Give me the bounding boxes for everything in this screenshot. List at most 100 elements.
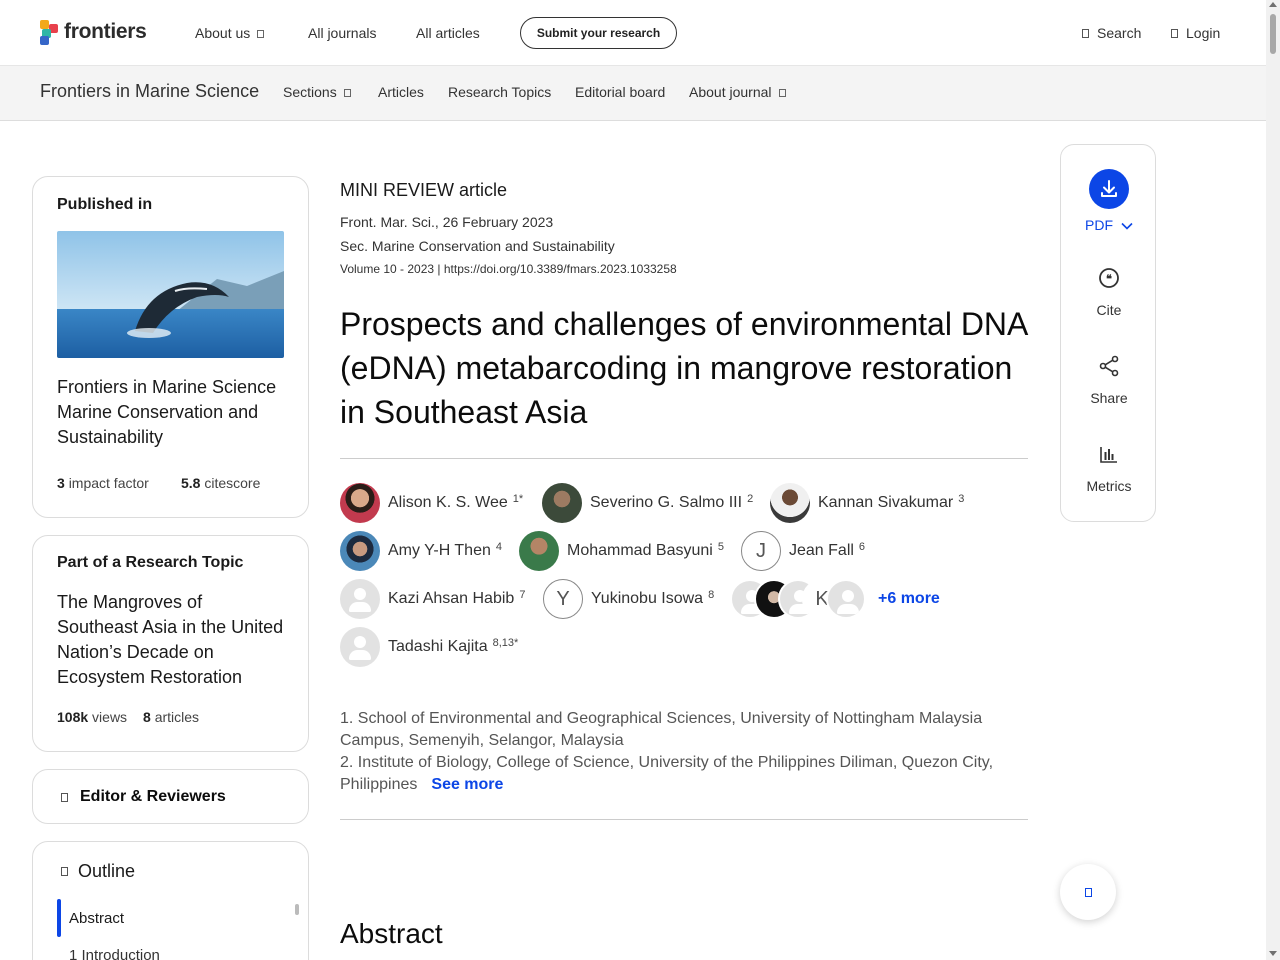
login-button[interactable]: Login	[1171, 25, 1220, 41]
title-line: (eDNA) metabarcoding in mangrove restora…	[340, 350, 1013, 386]
outline-active-indicator	[57, 899, 61, 937]
article-actions-panel: PDF ❝ Cite Share Metrics	[1060, 144, 1156, 522]
article-section[interactable]: Sec. Marine Conservation and Sustainabil…	[340, 238, 615, 254]
author-affiliation-sup: 8,13*	[492, 637, 519, 649]
submit-research-button[interactable]: Submit your research	[520, 17, 677, 49]
author-affiliation-sup: 2	[747, 493, 754, 505]
author-link[interactable]: J Jean Fall 6	[741, 531, 865, 571]
floating-action-button[interactable]	[1060, 864, 1116, 920]
author-affiliation-sup: 8	[708, 589, 715, 601]
more-authors-avatar-stack[interactable]: K	[730, 579, 870, 619]
all-articles-link[interactable]: All articles	[416, 25, 480, 41]
affiliation-item: 1. School of Environmental and Geographi…	[340, 710, 983, 749]
share-button[interactable]: Share	[1061, 355, 1157, 406]
avatar	[770, 483, 810, 523]
views-label: views	[92, 709, 128, 725]
editors-reviewers-card[interactable]: Editor & Reviewers	[32, 769, 309, 824]
page-scrollbar[interactable]	[1266, 0, 1280, 960]
author-affiliation-sup: 6	[858, 541, 866, 553]
abstract-heading: Abstract	[340, 918, 443, 949]
citescore: 5.8 citescore	[181, 475, 260, 491]
title-line: Prospects and challenges of environmenta…	[340, 306, 1029, 342]
top-navigation: frontiers About us All journals All arti…	[0, 0, 1266, 66]
articles-link[interactable]: Articles	[378, 84, 424, 100]
author-affiliation-sup: 7	[519, 589, 526, 601]
about-us-link[interactable]: About us	[195, 25, 265, 41]
impact-factor-value: 3	[57, 475, 65, 491]
svg-text:❝: ❝	[1106, 274, 1112, 286]
outline-icon	[61, 867, 68, 876]
chevron-down-icon	[778, 89, 786, 97]
research-topic-title[interactable]: The Mangroves of Southeast Asia in the U…	[57, 590, 283, 690]
outline-item-abstract[interactable]: Abstract	[69, 910, 124, 927]
avatar	[340, 531, 380, 571]
article-title: Prospects and challenges of environmenta…	[340, 302, 1040, 434]
chevron-down-icon	[1121, 222, 1133, 230]
editorial-board-link[interactable]: Editorial board	[575, 84, 665, 100]
pdf-label: PDF	[1085, 217, 1114, 233]
editors-reviewers-button[interactable]: Editor & Reviewers	[61, 788, 226, 806]
doi-link[interactable]: https://doi.org/10.3389/fmars.2023.10332…	[444, 262, 677, 276]
author-link[interactable]: Mohammad Basyuni 5	[519, 531, 724, 571]
avatar	[826, 579, 866, 619]
cite-label: Cite	[1096, 302, 1122, 318]
author-name: Amy Y-H Then	[388, 542, 491, 559]
metrics-label: Metrics	[1086, 478, 1132, 494]
author-link[interactable]: Kannan Sivakumar 3	[770, 483, 964, 523]
articles-label: articles	[154, 709, 200, 725]
published-in-card: Published in Frontiers in Marine Science…	[32, 176, 309, 518]
avatar	[340, 627, 380, 667]
download-icon	[1101, 180, 1117, 197]
see-more-link[interactable]: See more	[431, 776, 503, 793]
search-button[interactable]: Search	[1082, 25, 1141, 41]
author-link[interactable]: Kazi Ahsan Habib 7	[340, 579, 525, 619]
journal-cover-image[interactable]	[57, 231, 284, 358]
section-line: Marine Conservation and	[57, 402, 259, 422]
frontiers-logo[interactable]: frontiers	[40, 20, 147, 45]
outline-heading: Outline	[78, 861, 136, 881]
author-link[interactable]: Severino G. Salmo III 2	[542, 483, 753, 523]
about-journal-menu[interactable]: About journal	[689, 84, 786, 100]
journal-title-link[interactable]: Frontiers in Marine Science	[40, 81, 259, 102]
avatar	[542, 483, 582, 523]
published-journal-title[interactable]: Frontiers in Marine Science Marine Conse…	[57, 375, 276, 450]
author-name: Kannan Sivakumar	[818, 494, 954, 511]
author-link[interactable]: Y Yukinobu Isowa 8	[543, 579, 714, 619]
avatar: J	[741, 531, 781, 571]
outline-item-introduction[interactable]: 1 Introduction	[69, 947, 160, 960]
scroll-down-arrow-icon[interactable]	[1269, 951, 1277, 956]
more-authors-link[interactable]: +6 more	[878, 590, 940, 608]
journal-line: Frontiers in Marine Science	[57, 377, 277, 397]
topic-views: 108k views	[57, 709, 127, 725]
research-topics-link[interactable]: Research Topics	[448, 84, 551, 100]
about-us-label: About us	[195, 25, 251, 41]
quote-icon: ❝	[1099, 268, 1119, 288]
author-link[interactable]: Amy Y-H Then 4	[340, 531, 502, 571]
editors-reviewers-label: Editor & Reviewers	[80, 788, 226, 805]
cite-button[interactable]: ❝ Cite	[1061, 267, 1157, 318]
outline-header[interactable]: Outline	[61, 861, 135, 882]
author-name: Mohammad Basyuni	[567, 542, 713, 559]
about-journal-label: About journal	[689, 84, 772, 100]
download-pdf-button[interactable]	[1089, 169, 1129, 209]
login-label: Login	[1186, 25, 1221, 41]
articles-value: 8	[143, 709, 151, 725]
people-icon	[61, 792, 68, 802]
topic-line: The Mangroves of	[57, 592, 203, 612]
author-name: Jean Fall	[789, 542, 854, 559]
outline-scrollbar[interactable]	[295, 904, 299, 915]
scroll-up-arrow-icon[interactable]	[1269, 2, 1277, 7]
share-label: Share	[1090, 390, 1128, 406]
author-link[interactable]: Tadashi Kajita 8,13*	[340, 627, 518, 667]
outline-card: Outline Abstract 1 Introduction	[32, 841, 309, 960]
article-journal-date: Front. Mar. Sci., 26 February 2023	[340, 214, 554, 230]
scroll-thumb[interactable]	[1270, 14, 1276, 54]
affiliations: 1. School of Environmental and Geographi…	[340, 708, 1030, 796]
author-link[interactable]: Alison K. S. Wee 1*	[340, 483, 523, 523]
all-journals-link[interactable]: All journals	[308, 25, 376, 41]
pdf-dropdown[interactable]: PDF	[1061, 217, 1157, 233]
author-affiliation-sup: 4	[495, 541, 502, 553]
sections-menu[interactable]: Sections	[283, 84, 351, 100]
metrics-button[interactable]: Metrics	[1061, 443, 1157, 494]
frontiers-logo-icon	[40, 20, 60, 45]
